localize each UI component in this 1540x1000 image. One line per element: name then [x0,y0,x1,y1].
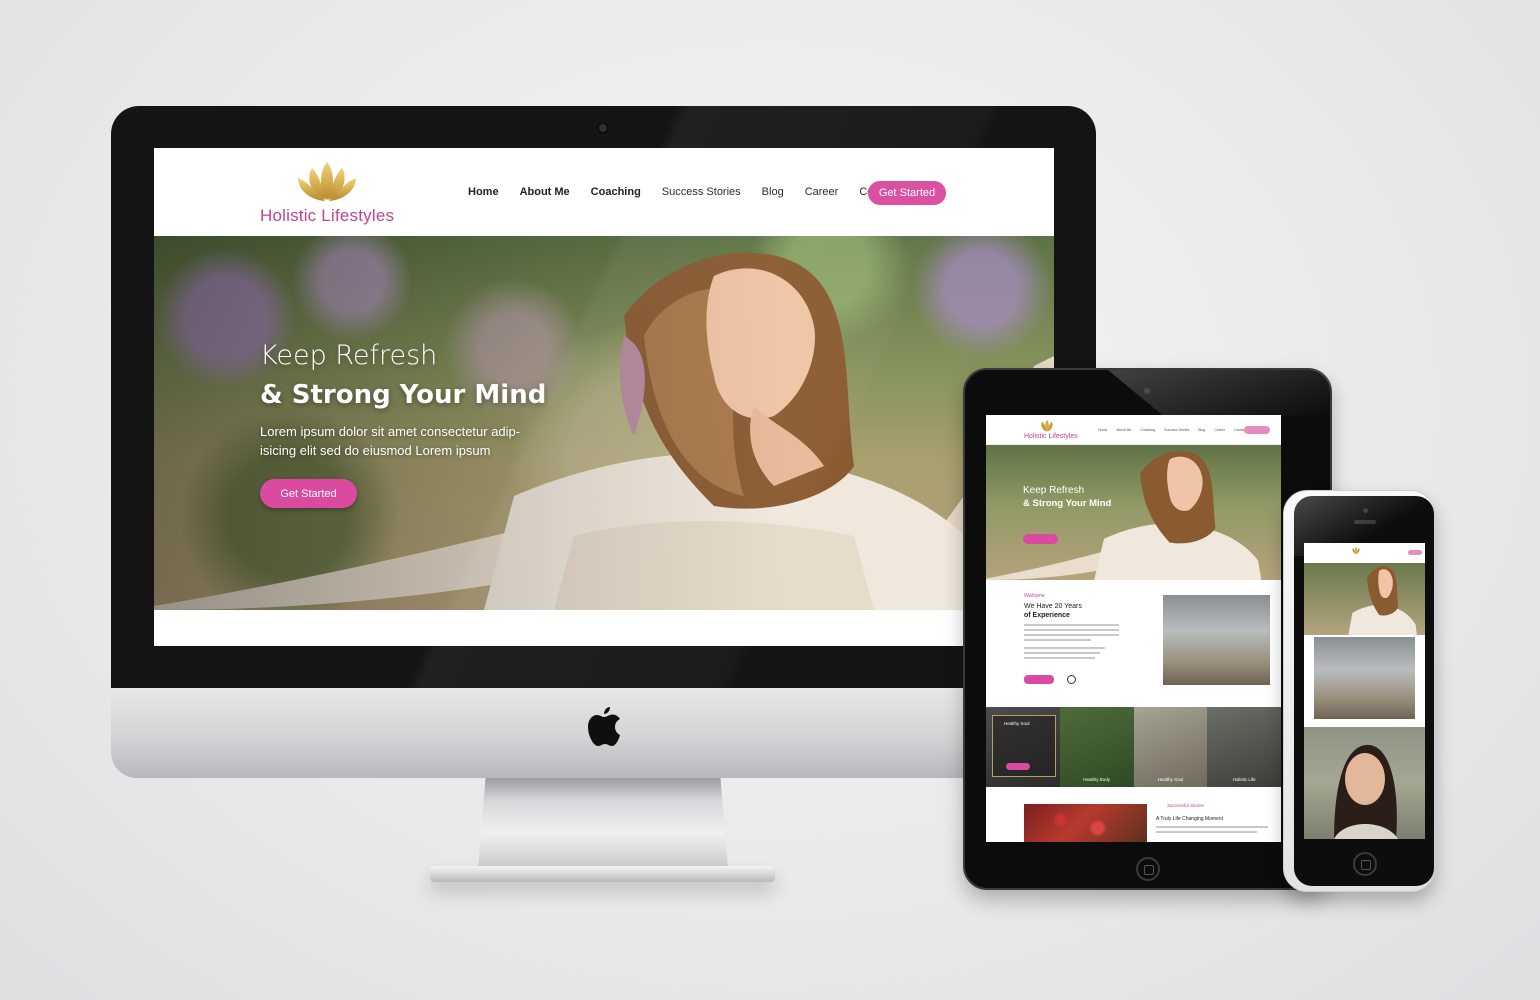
phone-about-image [1314,637,1415,719]
hero-banner: Keep Refresh & Strong Your Mind Lorem ip… [154,236,1054,610]
hero-title-line1: Keep Refresh [260,340,438,371]
tablet-about-image [1163,595,1270,685]
tablet-stories-text [1156,826,1268,836]
site-logo[interactable]: Holistic Lifestyles [260,160,394,228]
tablet-about-title-line2: of Experience [1024,612,1070,619]
tablet-tile[interactable]: Healthy Soul [1133,707,1208,787]
tablet-about-title-line1: We Have 20 Years [1024,603,1082,610]
tablet-header-cta[interactable] [1244,426,1270,434]
phone-hero-image [1348,566,1417,635]
imac-stand [478,778,728,870]
tablet-tile[interactable]: Holistic Life [1207,707,1281,787]
tablet-hero-title-line2: & Strong Your Mind [1023,498,1112,509]
tablet-nav-stories[interactable]: Success Stories [1164,428,1189,432]
tile-label: Healthy Soul [1157,777,1184,782]
hero-title-line2: & Strong Your Mind [260,380,547,410]
tile-label: Healthy Soul [1004,721,1030,726]
tablet-tile[interactable]: Healthy Body [1059,707,1134,787]
tablet-welcome-tag: Welcome [1024,593,1045,599]
apple-logo-icon [588,707,620,746]
main-nav: Home About Me Coaching Success Stories B… [468,186,897,198]
brand-name: Holistic Lifestyles [260,206,395,225]
phone-screen [1304,543,1425,839]
tablet-about-cta[interactable] [1024,675,1054,684]
tablet-hero-cta[interactable] [1023,534,1058,544]
phone-tile-image [1304,727,1425,839]
tablet-brand: Holistic Lifestyles [1024,433,1078,440]
iphone-home-button [1353,852,1377,876]
tile-label: Holistic Life [1232,777,1256,782]
lotus-icon [1041,419,1053,432]
play-icon[interactable] [1067,675,1076,684]
tablet-nav-about[interactable]: About Me [1116,428,1131,432]
desktop-screen: Holistic Lifestyles Home About Me Coachi… [154,148,1054,646]
phone-portrait [1334,744,1398,839]
tablet-about-text [1024,624,1119,662]
ipad-home-button [1136,857,1160,881]
nav-about-me[interactable]: About Me [520,186,570,198]
tablet-stories-tag: Successful Stories [1167,803,1205,808]
tablet-nav-career[interactable]: Career [1214,428,1225,432]
tablet-stories-title: A Truly Life Changing Moment [1156,816,1223,822]
lotus-icon [298,162,356,201]
tablet-tile[interactable]: Healthy Soul [986,707,1060,787]
tablet-header: Holistic Lifestyles Home About Me Coachi… [986,415,1281,445]
nav-blog[interactable]: Blog [762,186,784,198]
tablet-about-section: Welcome We Have 20 Years of Experience [986,580,1281,707]
tablet-stories-section: Successful Stories A Truly Life Changing… [986,787,1281,842]
imac-camera [597,122,609,134]
nav-success-stories[interactable]: Success Stories [662,186,741,198]
tile-label: Healthy Body [1083,777,1110,782]
hero-get-started-button[interactable]: Get Started [260,479,357,508]
tablet-nav-blog[interactable]: Blog [1198,428,1205,432]
nav-home[interactable]: Home [468,186,499,198]
tablet-hero: Keep Refresh & Strong Your Mind [986,445,1281,580]
hero-description: Lorem ipsum dolor sit amet consectetur a… [260,424,521,458]
tablet-hero-image [986,450,1262,580]
tablet-service-tiles: Healthy Soul Healthy Body Healthy Soul H… [986,707,1281,787]
phone-hero [1304,563,1425,635]
tablet-nav: Home About Me Coaching Success Stories B… [1098,428,1246,432]
tablet-stories-image [1024,804,1147,842]
tile-learn-more-button[interactable] [1006,763,1030,770]
iphone-glare [1294,496,1434,556]
nav-career[interactable]: Career [805,186,839,198]
header-get-started-button[interactable]: Get Started [868,181,946,205]
tablet-nav-home[interactable]: Home [1098,428,1107,432]
tablet-screen: Holistic Lifestyles Home About Me Coachi… [986,415,1281,842]
site-header: Holistic Lifestyles Home About Me Coachi… [154,148,1054,236]
nav-coaching[interactable]: Coaching [591,186,641,198]
tablet-nav-coaching[interactable]: Coaching [1140,428,1155,432]
tablet-hero-title-line1: Keep Refresh [1023,485,1085,496]
imac-stand-foot [430,866,775,882]
